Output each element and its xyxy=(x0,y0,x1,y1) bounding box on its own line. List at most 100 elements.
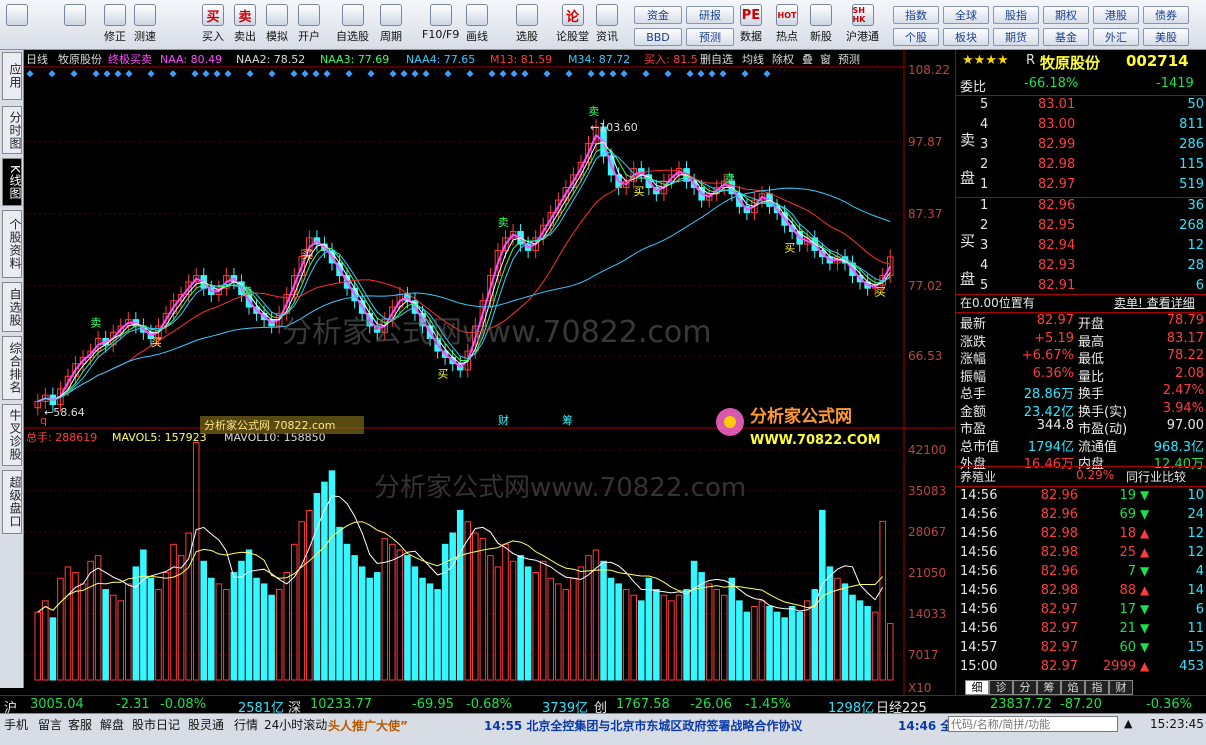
chip-marker[interactable]: 筹 xyxy=(562,413,573,427)
toolbar-button-18[interactable]: SH HK 沪港通 xyxy=(846,4,879,48)
k-line-chart[interactable]: 108.22 97.87 87.37 77.02 66.53 42100 35083 2806… xyxy=(24,50,955,695)
toolbar-button-14[interactable]: 资讯 xyxy=(596,4,618,48)
toolbar-button-13[interactable]: 论论股堂 xyxy=(556,4,589,48)
chart-tool-5[interactable]: 预测 xyxy=(838,53,860,66)
panel-tab-3[interactable]: 筹 xyxy=(1037,680,1061,695)
toolbar-button-12[interactable]: 选股 xyxy=(516,4,538,48)
tick-row: 14:57 82.97 60 ▼ 15 xyxy=(960,640,1204,655)
logo-title: 分析家公式网 xyxy=(750,406,852,427)
panel-tab-5[interactable]: 指 xyxy=(1085,680,1109,695)
bottom-tab-2[interactable]: 客服 xyxy=(68,716,92,733)
panel-tab-1[interactable]: 诊 xyxy=(989,680,1013,695)
market-button-1-3[interactable]: 基金 xyxy=(1043,28,1089,46)
panel-tab-6[interactable]: 财 xyxy=(1109,680,1133,695)
left-tab-6[interactable]: 牛叉诊股 xyxy=(2,404,22,466)
panel-tab-4[interactable]: 焰 xyxy=(1061,680,1085,695)
toolbar-button-8[interactable]: 自选股 xyxy=(336,4,369,48)
toolbar-button-7[interactable]: 开户 xyxy=(298,4,320,48)
bottom-tab-0[interactable]: 手机 xyxy=(4,716,28,733)
toolbar-grid-button-2[interactable]: BBD xyxy=(634,28,682,46)
chart-tool-0[interactable]: 删自选 xyxy=(700,53,733,66)
volume-axis-label: 42100 xyxy=(908,443,946,457)
volume-bar xyxy=(788,606,796,681)
chart-tool-2[interactable]: 除权 xyxy=(772,52,794,66)
market-button-1-5[interactable]: 美股 xyxy=(1143,28,1189,46)
weibi-row: 委比 -66.18% -1419 xyxy=(960,76,1194,95)
market-button-1-1[interactable]: 板块 xyxy=(943,28,989,46)
bottom-tab-1[interactable]: 留言 xyxy=(38,716,62,733)
bottom-tab-3[interactable]: 解盘 xyxy=(100,716,124,733)
market-button-0-3[interactable]: 期权 xyxy=(1043,6,1089,24)
panel-tab-2[interactable]: 分 xyxy=(1013,680,1037,695)
industry-compare-link[interactable]: 同行业比较 xyxy=(1126,468,1186,485)
toolbar-button-4[interactable]: 买买入 xyxy=(202,4,224,48)
toolbar-button-2[interactable]: 修正 xyxy=(104,4,126,48)
volume-bar xyxy=(411,566,419,681)
news-icon xyxy=(596,4,618,26)
price-axis-label: 66.53 xyxy=(908,349,942,363)
sell-icon: 卖 xyxy=(234,4,256,26)
toolbar-button-6[interactable]: 模拟 xyxy=(266,4,288,48)
chart-header-naa2: NAA2: 78.52 xyxy=(236,53,305,66)
toolbar-grid-button-0[interactable]: 资金 xyxy=(634,6,682,24)
market-button-0-1[interactable]: 全球 xyxy=(943,6,989,24)
volume-bar xyxy=(856,600,864,681)
volume-bar xyxy=(736,600,743,681)
market-button-1-0[interactable]: 个股 xyxy=(893,28,939,46)
chart-tool-4[interactable]: 窗 xyxy=(820,52,831,66)
search-input[interactable] xyxy=(948,716,1118,732)
toolbar-button-0[interactable] xyxy=(6,4,28,48)
high-label: ←103.60 xyxy=(590,121,638,134)
left-tab-1[interactable]: 分时图 xyxy=(2,106,22,154)
market-button-1-2[interactable]: 期货 xyxy=(993,28,1039,46)
left-tab-3[interactable]: 个股资料 xyxy=(2,210,22,278)
left-tab-0[interactable]: 应用 xyxy=(2,52,22,100)
financial-marker[interactable]: 财 xyxy=(498,413,509,427)
chart-tool-1[interactable]: 均线 xyxy=(742,52,764,66)
price-axis-label: 77.02 xyxy=(908,279,942,293)
volume-bar xyxy=(826,566,834,681)
volume-bar xyxy=(849,594,856,681)
chart-header-buyin: 买入: 81.5 xyxy=(644,53,698,66)
market-button-0-2[interactable]: 股指 xyxy=(993,6,1039,24)
volume-bar xyxy=(766,606,773,681)
price-axis-label: 97.87 xyxy=(908,135,942,149)
toolbar-button-16[interactable]: HOT 热点 xyxy=(776,4,798,48)
bottom-tab-4[interactable]: 股市日记 xyxy=(132,716,180,733)
volume-bar xyxy=(600,560,607,681)
detail-link[interactable]: 卖单! 查看详细 xyxy=(1114,294,1195,311)
left-tab-4[interactable]: 自选股 xyxy=(2,282,22,332)
toolbar-button-1[interactable] xyxy=(64,4,86,48)
tick-row: 14:56 82.97 21 ▼ 11 xyxy=(960,621,1204,636)
toolbar-button-3[interactable]: 测速 xyxy=(134,4,156,48)
toolbar-button-9[interactable]: 周期 xyxy=(380,4,402,48)
volume-axis-label: X10 xyxy=(908,681,932,695)
toolbar-grid-button-3[interactable]: 预测 xyxy=(686,28,734,46)
market-button-0-4[interactable]: 港股 xyxy=(1093,6,1139,24)
market-button-0-0[interactable]: 指数 xyxy=(893,6,939,24)
bottom-tab-6[interactable]: 行情 xyxy=(234,716,258,733)
panel-tab-0[interactable]: 细 xyxy=(965,680,989,695)
toolbar-grid-button-1[interactable]: 研报 xyxy=(686,6,734,24)
left-tab-5[interactable]: 综合排名 xyxy=(2,336,22,400)
toolbar-button-11[interactable]: 画线 xyxy=(466,4,488,48)
q-marker: q xyxy=(40,414,47,427)
search-arrow-icon[interactable]: ▲ xyxy=(1124,717,1132,730)
bottom-tab-7[interactable]: 24小时滚动 xyxy=(264,716,327,733)
toolbar-button-10[interactable]: F10/F9 xyxy=(422,4,459,48)
volume-bar xyxy=(147,577,155,681)
market-button-1-4[interactable]: 外汇 xyxy=(1093,28,1139,46)
volume-bar xyxy=(343,543,351,681)
news-ticker[interactable]: 14:55 北京全控集团与北京市东城区政府签署战略合作协议 xyxy=(484,717,802,734)
k-line-chart-area[interactable]: 108.22 97.87 87.37 77.02 66.53 42100 35083 2806… xyxy=(24,50,955,695)
volume-bar xyxy=(132,566,140,681)
left-tab-2[interactable]: K线图 xyxy=(2,158,22,206)
bottom-tab-5[interactable]: 股灵通 xyxy=(188,716,224,733)
left-tab-7[interactable]: 超级盘口 xyxy=(2,470,22,534)
chart-tool-3[interactable]: 叠 xyxy=(802,53,813,66)
toolbar-button-17[interactable]: 新股 xyxy=(810,4,832,48)
toolbar-button-5[interactable]: 卖卖出 xyxy=(234,4,256,48)
toolbar-button-15[interactable]: PE 数据 xyxy=(740,4,762,48)
promo-text[interactable]: 头人推广大使” xyxy=(328,717,408,734)
market-button-0-5[interactable]: 债券 xyxy=(1143,6,1189,24)
